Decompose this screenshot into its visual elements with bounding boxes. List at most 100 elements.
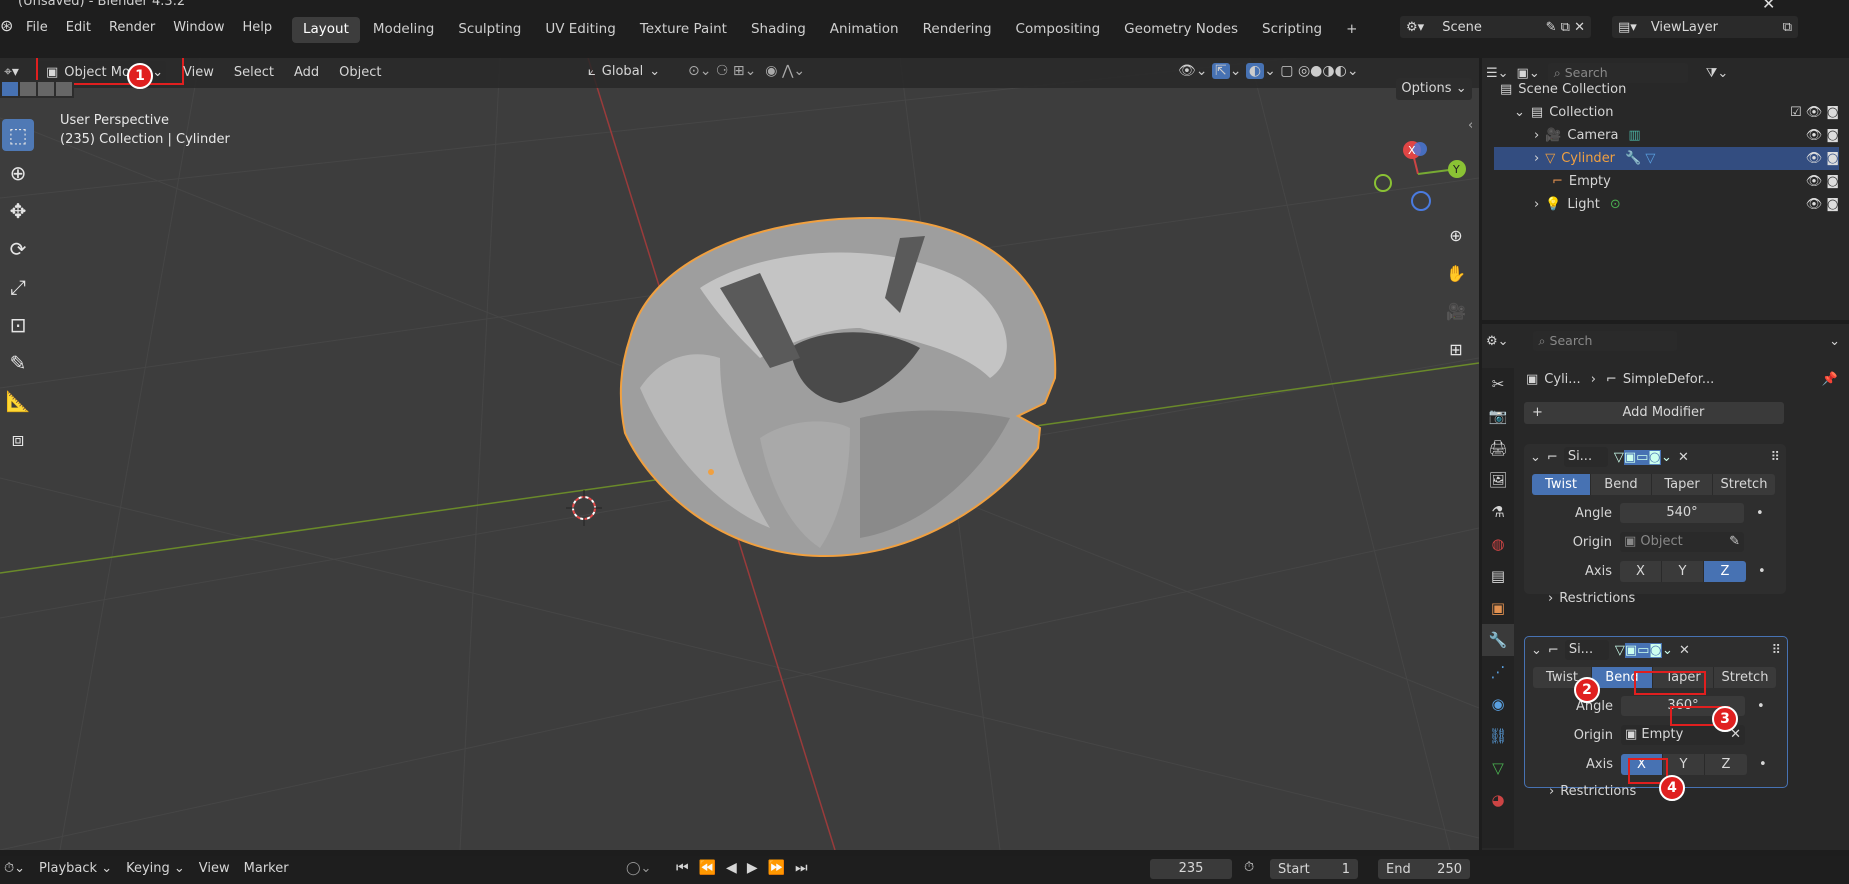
modifier-name-field[interactable]: Si... (1563, 447, 1608, 467)
mode-taper[interactable]: Taper (1652, 474, 1713, 495)
menu-playback[interactable]: Playback ⌄ (39, 861, 112, 876)
measure-tool-icon[interactable]: 📐 (2, 385, 34, 417)
view-layer-tab-icon[interactable]: 🖼 (1482, 464, 1514, 496)
editor-type-icon[interactable]: ⌖▾ (4, 64, 19, 80)
object-tab-icon[interactable]: ▣ (1482, 592, 1514, 624)
menu-object[interactable]: Object (339, 65, 381, 80)
expand-icon[interactable]: › (1534, 128, 1539, 143)
current-frame-field[interactable]: 235 (1150, 859, 1232, 879)
sidebar-toggle-icon[interactable]: ‹ (1468, 118, 1473, 133)
select-extend-icon[interactable] (20, 82, 36, 96)
viewport-shading-icons[interactable]: 👁⌄ ⇱ ⌄ ◐ ⌄ ▢ ◎●◑◐⌄ (1178, 63, 1359, 79)
axis-y[interactable]: Y (1662, 560, 1704, 582)
annotate-tool-icon[interactable]: ✎ (2, 347, 34, 379)
collapse-icon[interactable]: ⌄ (1530, 450, 1541, 465)
angle-field[interactable]: 540° (1620, 503, 1744, 523)
checkbox-icon[interactable]: ☑ 👁 ◙ (1790, 105, 1839, 120)
scene-collection-row[interactable]: ▤ Scene Collection (1494, 78, 1839, 101)
snap-pivot-icons[interactable]: ⊙⌄ ⚆ ⊞⌄ ◉ ⋀⌄ (688, 63, 805, 79)
material-tab-icon[interactable]: ◕ (1482, 784, 1514, 816)
tab-geometry-nodes[interactable]: Geometry Nodes (1113, 17, 1249, 43)
mode-twist[interactable]: Twist (1532, 474, 1591, 495)
tab-uv-editing[interactable]: UV Editing (534, 17, 626, 43)
keyframe-dot-icon[interactable]: • (1758, 564, 1766, 579)
expand-icon[interactable]: ⌄ (1514, 105, 1525, 120)
start-frame-field[interactable]: Start 1 (1270, 859, 1358, 879)
scale-tool-icon[interactable]: ⤢ (2, 271, 34, 303)
select-new-icon[interactable] (2, 82, 18, 96)
scene-tab-icon[interactable]: ⚗ (1482, 496, 1514, 528)
keyframe-dot-icon[interactable]: • (1759, 757, 1767, 772)
tab-modeling[interactable]: Modeling (362, 17, 445, 43)
restrictions-subpanel[interactable]: › Restrictions (1524, 591, 1786, 606)
collection-tab-icon[interactable]: ▤ (1482, 560, 1514, 592)
keyframe-dot-icon[interactable]: • (1756, 506, 1764, 521)
physics-tab-icon[interactable]: ◉ (1482, 688, 1514, 720)
tab-compositing[interactable]: Compositing (1005, 17, 1112, 43)
pin-icon[interactable]: ✎ ⧉ ✕ (1546, 20, 1585, 35)
origin-field[interactable]: ▣ Object ✎ (1620, 532, 1744, 552)
close-window-icon[interactable]: ✕ (1762, 0, 1775, 13)
keyframe-dot-icon[interactable]: • (1757, 699, 1765, 714)
options-dropdown[interactable]: Options ⌄ (1396, 78, 1472, 100)
chevron-down-icon[interactable]: ⌄ (1829, 334, 1840, 349)
add-workspace-icon[interactable]: + (1335, 17, 1368, 43)
particles-tab-icon[interactable]: ⋰ (1482, 656, 1514, 688)
menu-select[interactable]: Select (234, 65, 274, 80)
menu-view[interactable]: View (183, 65, 214, 80)
pin-icon[interactable]: 📌 (1822, 372, 1838, 387)
menu-keying[interactable]: Keying ⌄ (126, 861, 185, 876)
modifier-tab-icon[interactable]: 🔧 (1482, 624, 1514, 656)
move-tool-icon[interactable]: ✥ (2, 195, 34, 227)
world-tab-icon[interactable]: ◍ (1482, 528, 1514, 560)
restrictions-subpanel[interactable]: › Restrictions (1525, 784, 1787, 799)
tab-layout[interactable]: Layout (292, 17, 360, 43)
menu-add[interactable]: Add (294, 65, 319, 80)
ortho-grid-icon[interactable]: ⊞ (1440, 333, 1472, 365)
axis-z[interactable]: Z (1704, 560, 1746, 582)
expand-icon[interactable]: › (1534, 151, 1539, 166)
play-icon[interactable]: ▶ (747, 860, 758, 876)
menu-render[interactable]: Render (109, 20, 155, 35)
modifier-toggle-icons[interactable]: ▽▣▭◙⌄ (1615, 642, 1673, 658)
add-modifier-button[interactable]: + Add Modifier (1524, 402, 1784, 424)
list-item[interactable]: › 🎥 Camera ▥ 👁 ◙ (1494, 124, 1839, 147)
modifier-name-field[interactable]: Si... (1564, 640, 1609, 660)
axis-x[interactable]: X (1620, 560, 1662, 582)
tab-rendering[interactable]: Rendering (912, 17, 1003, 43)
add-cube-tool-icon[interactable]: ⧈ (2, 423, 34, 455)
constraints-tab-icon[interactable]: ⛓ (1482, 720, 1514, 752)
eyedropper-icon[interactable]: ✎ (1729, 532, 1740, 552)
menu-file[interactable]: File (26, 20, 48, 35)
tab-animation[interactable]: Animation (819, 17, 910, 43)
modifier-toggle-icons[interactable]: ▽▣▭◙⌄ (1614, 449, 1672, 465)
tab-texture-paint[interactable]: Texture Paint (629, 17, 738, 43)
menu-help[interactable]: Help (243, 20, 273, 35)
mode-stretch[interactable]: Stretch (1714, 667, 1776, 688)
tab-shading[interactable]: Shading (740, 17, 817, 43)
select-subtract-icon[interactable] (38, 82, 54, 96)
delete-modifier-icon[interactable]: ✕ (1678, 450, 1689, 465)
copy-icon[interactable]: ⧉ (1783, 20, 1792, 35)
visibility-icon[interactable]: 👁 ◙ (1806, 128, 1839, 143)
properties-search-input[interactable]: ⌕ Search (1532, 331, 1677, 351)
visibility-icon[interactable]: 👁 ◙ (1806, 151, 1839, 166)
tool-tab-icon[interactable]: ✂ (1482, 368, 1514, 400)
scene-selector[interactable]: ⚙▾ Scene ✎ ⧉ ✕ (1400, 16, 1591, 38)
mode-stretch[interactable]: Stretch (1713, 474, 1775, 495)
select-mode-buttons[interactable] (0, 80, 74, 98)
tab-sculpting[interactable]: Sculpting (447, 17, 532, 43)
next-keyframe-icon[interactable]: ⏩ (768, 860, 785, 876)
menu-window[interactable]: Window (173, 20, 224, 35)
collapse-icon[interactable]: ⌄ (1531, 643, 1542, 658)
transform-orientation[interactable]: ⟀ Global ⌄ (588, 64, 660, 79)
data-tab-icon[interactable]: ▽ (1482, 752, 1514, 784)
jump-end-icon[interactable]: ⏭ (795, 860, 808, 876)
menu-edit[interactable]: Edit (66, 20, 91, 35)
render-tab-icon[interactable]: 📷 (1482, 400, 1514, 432)
tab-scripting[interactable]: Scripting (1251, 17, 1333, 43)
menu-marker[interactable]: Marker (244, 861, 289, 876)
record-icon[interactable]: ◯⌄ (626, 861, 651, 876)
list-item[interactable]: › ▽ Cylinder 🔧 ▽ 👁 ◙ (1494, 147, 1839, 170)
view-layer-selector[interactable]: ▤▾ ViewLayer ⧉ (1612, 16, 1798, 38)
